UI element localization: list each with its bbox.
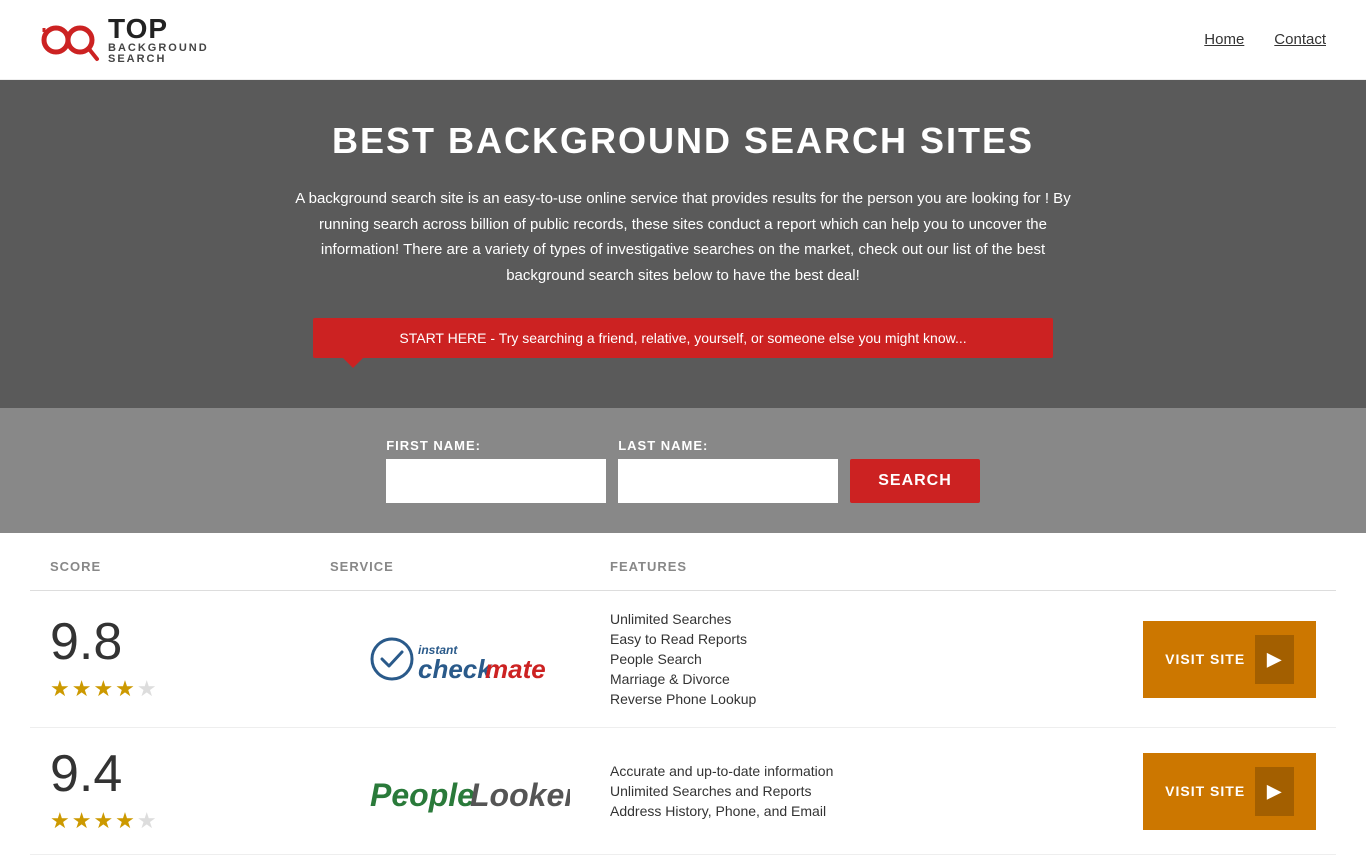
stars-peoplelooker: ★★★★★ [50,808,159,834]
score-cell-checkmate: 9.8 ★★★★★ [50,616,330,702]
features-cell-checkmate: Unlimited Searches Easy to Read Reports … [610,611,1143,707]
feature-checkmate-4: Marriage & Divorce [610,671,1143,687]
nav-home[interactable]: Home [1204,31,1244,48]
results-header: SCORE SERVICE FEATURES [30,543,1336,591]
feature-checkmate-3: People Search [610,651,1143,667]
peoplelooker-logo: People Looker [370,766,570,816]
svg-text:People: People [370,777,475,813]
results-section: SCORE SERVICE FEATURES 9.8 ★★★★★ instant… [0,543,1366,855]
result-row-checkmate: 9.8 ★★★★★ instant check mate Un [30,591,1336,728]
hero-title: BEST BACKGROUND SEARCH SITES [20,120,1346,162]
col-header-score: SCORE [50,559,330,574]
col-header-features: FEATURES [610,559,1316,574]
service-cell-checkmate: instant check mate [330,632,610,687]
score-number-checkmate: 9.8 [50,616,122,668]
logo-text: TOP BACKGROUNDSEARCH [108,15,209,65]
feature-checkmate-1: Unlimited Searches [610,611,1143,627]
last-name-label: LAST NAME: [618,438,838,453]
first-name-label: FIRST NAME: [386,438,606,453]
visit-arrow-checkmate: ▶ [1255,635,1294,684]
visit-arrow-peoplelooker: ▶ [1255,767,1294,816]
peoplelooker-logo-svg: People Looker [370,766,570,816]
last-name-group: LAST NAME: [618,438,838,503]
logo-icon [40,12,100,67]
col-header-service: SERVICE [330,559,610,574]
hero-section: BEST BACKGROUND SEARCH SITES A backgroun… [0,80,1366,408]
visit-cell-peoplelooker: VISIT SITE ▶ [1143,753,1316,830]
score-cell-peoplelooker: 9.4 ★★★★★ [50,748,330,834]
nav-contact[interactable]: Contact [1274,31,1326,48]
checkmate-logo: instant check mate [370,632,570,687]
main-nav: Home Contact [1204,31,1326,48]
search-prompt-banner: START HERE - Try searching a friend, rel… [313,318,1053,358]
feature-peoplelooker-3: Address History, Phone, and Email [610,803,1143,819]
first-name-input[interactable] [386,459,606,503]
score-number-peoplelooker: 9.4 [50,748,122,800]
feature-peoplelooker-2: Unlimited Searches and Reports [610,783,1143,799]
feature-checkmate-5: Reverse Phone Lookup [610,691,1143,707]
visit-button-peoplelooker-label: VISIT SITE [1165,783,1245,799]
svg-text:Looker: Looker [470,777,570,813]
logo-area: TOP BACKGROUNDSEARCH [40,12,209,67]
features-cell-peoplelooker: Accurate and up-to-date information Unli… [610,763,1143,819]
visit-button-checkmate[interactable]: VISIT SITE ▶ [1143,621,1316,698]
first-name-group: FIRST NAME: [386,438,606,503]
stars-checkmate: ★★★★★ [50,676,159,702]
last-name-input[interactable] [618,459,838,503]
result-row-peoplelooker: 9.4 ★★★★★ People Looker Accurate and up-… [30,728,1336,855]
feature-peoplelooker-1: Accurate and up-to-date information [610,763,1143,779]
svg-text:mate: mate [485,654,546,684]
search-form-area: FIRST NAME: LAST NAME: SEARCH [0,408,1366,533]
search-button[interactable]: SEARCH [850,459,980,503]
logo-sub-text: BACKGROUNDSEARCH [108,43,209,65]
visit-cell-checkmate: VISIT SITE ▶ [1143,621,1316,698]
hero-description: A background search site is an easy-to-u… [293,186,1073,288]
service-cell-peoplelooker: People Looker [330,766,610,816]
feature-checkmate-2: Easy to Read Reports [610,631,1143,647]
visit-button-peoplelooker[interactable]: VISIT SITE ▶ [1143,753,1316,830]
logo-top-text: TOP [108,15,209,43]
svg-text:check: check [418,654,493,684]
visit-button-checkmate-label: VISIT SITE [1165,651,1245,667]
header: TOP BACKGROUNDSEARCH Home Contact [0,0,1366,80]
search-form: FIRST NAME: LAST NAME: SEARCH [20,438,1346,503]
checkmate-logo-svg: instant check mate [370,632,570,687]
